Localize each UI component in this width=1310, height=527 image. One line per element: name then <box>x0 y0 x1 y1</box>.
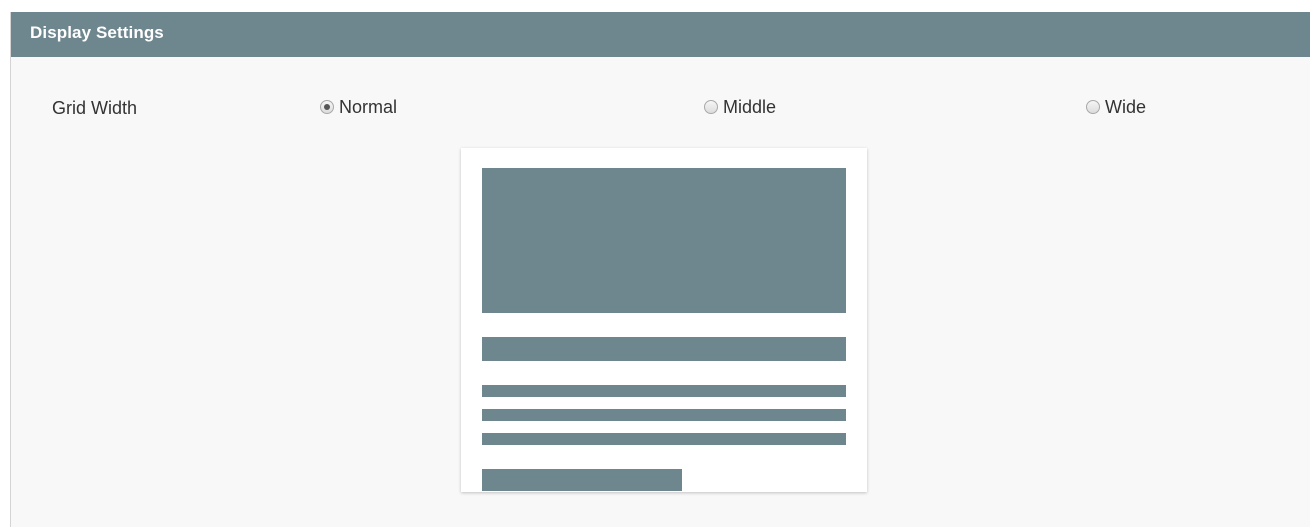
preview-image-block <box>482 168 846 313</box>
display-settings-panel: Display Settings Grid Width Normal Middl… <box>10 12 1310 527</box>
preview-text-line <box>482 433 846 445</box>
panel-header: Display Settings <box>11 12 1310 57</box>
radio-wide-button[interactable] <box>1086 100 1100 114</box>
radio-wide-label: Wide <box>1105 96 1147 117</box>
preview-title-bar <box>482 337 846 361</box>
radio-middle-label: Middle <box>723 96 777 117</box>
preview-short-bar <box>482 469 682 491</box>
grid-width-label: Grid Width <box>52 98 138 118</box>
radio-wide[interactable]: Wide <box>1086 96 1146 118</box>
radio-middle[interactable]: Middle <box>704 96 776 118</box>
radio-normal-button[interactable] <box>320 100 334 114</box>
preview-text-line <box>482 409 846 421</box>
radio-normal-label: Normal <box>339 96 398 117</box>
grid-layout-preview <box>461 148 867 492</box>
panel-title: Display Settings <box>30 23 164 42</box>
preview-text-line <box>482 385 846 397</box>
radio-normal[interactable]: Normal <box>320 96 397 118</box>
radio-middle-button[interactable] <box>704 100 718 114</box>
